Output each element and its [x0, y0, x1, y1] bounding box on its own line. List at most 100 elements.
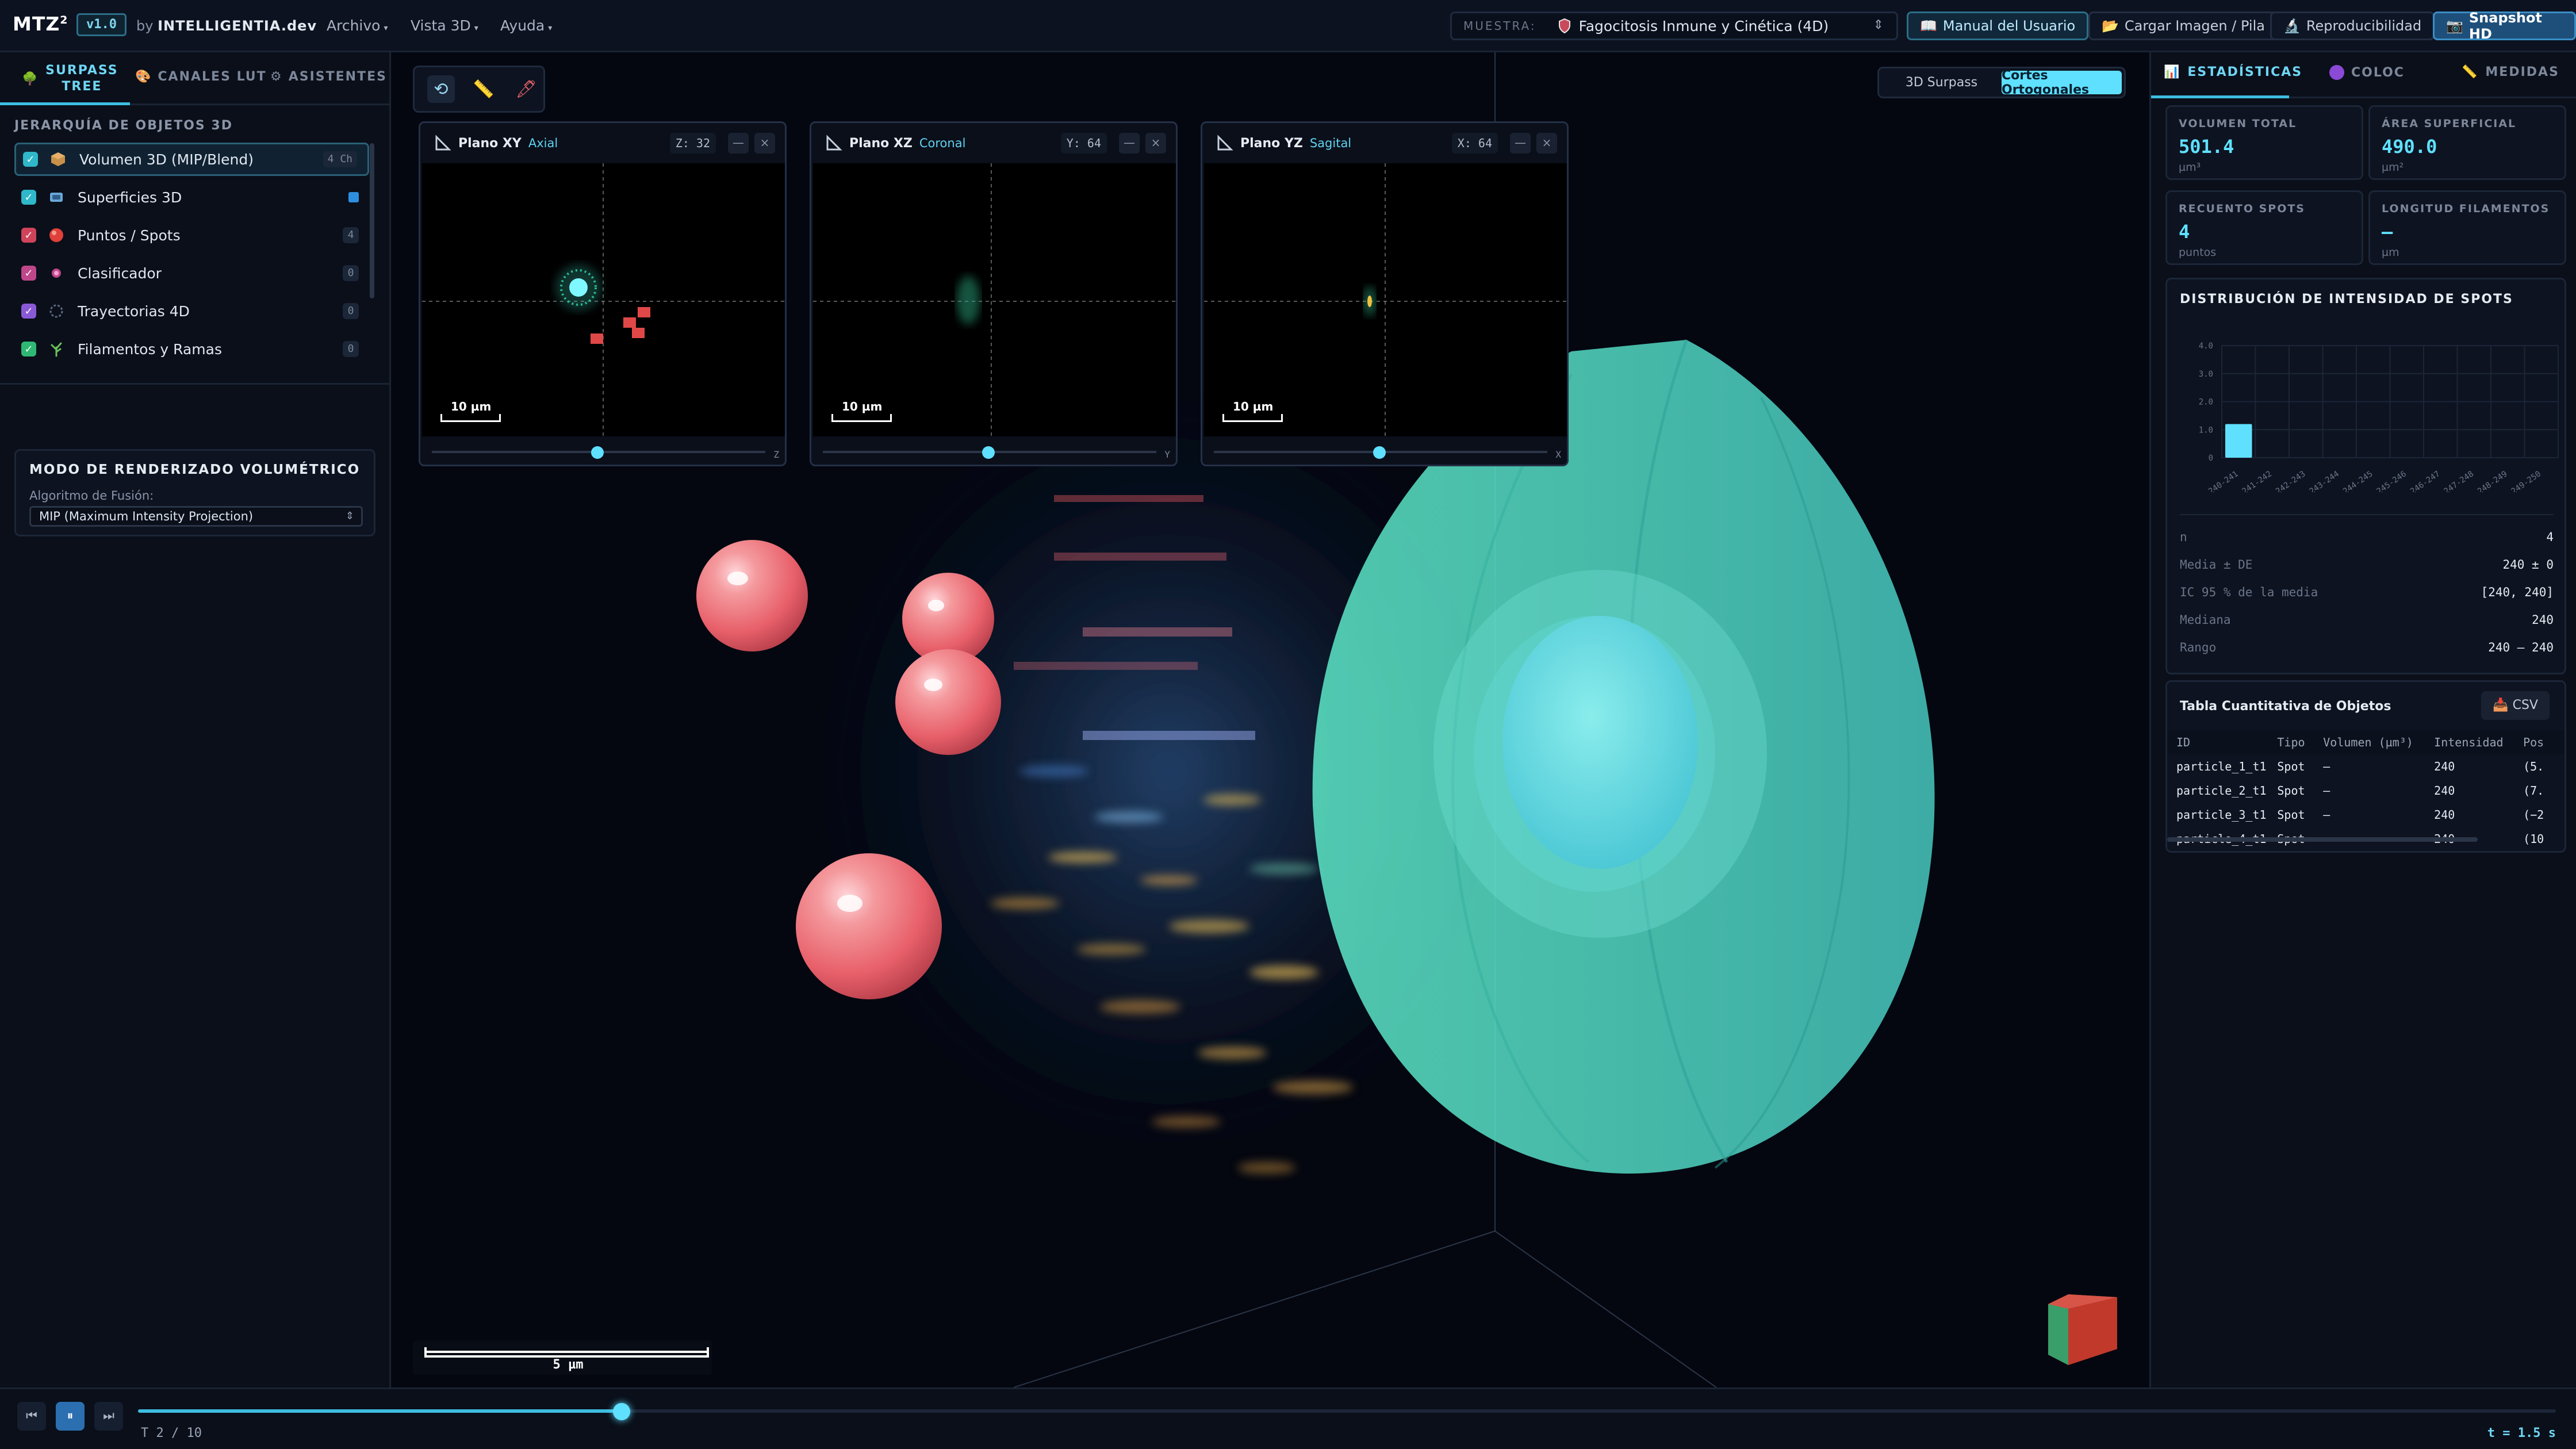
- version-badge: v1.0: [76, 13, 126, 36]
- tree-item-surfaces[interactable]: ✓ Superficies 3D: [14, 181, 369, 214]
- chart-icon: 📊: [2164, 65, 2181, 79]
- updown-icon: ⇕: [1873, 18, 1884, 32]
- slice-image[interactable]: 10 µm: [422, 163, 785, 436]
- pause-button[interactable]: ⏸: [56, 1402, 85, 1431]
- stat-value: 4: [2179, 221, 2190, 243]
- tab-coloc[interactable]: COLOC: [2329, 65, 2405, 80]
- count-badge: 0: [343, 341, 359, 357]
- skip-forward-icon: ⏭: [103, 1409, 114, 1423]
- orientation-cube-icon[interactable]: [2045, 1291, 2120, 1366]
- tab-canales-lut[interactable]: 🎨 CANALES LUT: [135, 70, 267, 84]
- table-row[interactable]: particle_2_t1 Spot – 240 (7.: [2167, 779, 2564, 803]
- export-csv-button[interactable]: 📥 CSV: [2481, 691, 2550, 720]
- minimize-icon[interactable]: —: [1119, 133, 1140, 154]
- tab-label: ASISTENTES: [288, 70, 387, 84]
- stat-label: LONGITUD FILAMENTOS: [2382, 202, 2550, 215]
- step-back-button[interactable]: ⏮: [17, 1402, 46, 1431]
- tree-item-filaments[interactable]: ✓ Filamentos y Ramas 0: [14, 332, 369, 366]
- minimize-icon[interactable]: —: [1510, 133, 1531, 154]
- checkbox[interactable]: ✓: [21, 304, 36, 319]
- histogram-title: DISTRIBUCIÓN DE INTENSIDAD DE SPOTS: [2180, 292, 2513, 306]
- stat-value: —: [2382, 221, 2393, 243]
- reproducibility-button[interactable]: 🔬 Reproducibilidad: [2270, 12, 2435, 40]
- count-badge: 4: [343, 227, 359, 243]
- tab-asistentes[interactable]: ⚙ ASISTENTES: [270, 70, 387, 84]
- right-tabs: 📊 ESTADÍSTICAS COLOC 📏 MEDIDAS: [2151, 52, 2576, 98]
- table-row[interactable]: particle_3_t1 Spot – 240 (−2: [2167, 803, 2564, 827]
- measure-icon[interactable]: 📏: [470, 75, 497, 103]
- sample-select[interactable]: MUESTRA: Fagocitosis Inmune y Cinética (…: [1450, 12, 1898, 40]
- column-header[interactable]: ID: [2167, 735, 2277, 749]
- sample-value: Fagocitosis Inmune y Cinética (4D): [1578, 17, 1829, 34]
- app-name: MTZ: [13, 13, 60, 35]
- column-header[interactable]: Tipo: [2277, 735, 2323, 749]
- cell-id: particle_3_t1: [2176, 808, 2267, 822]
- 3d-viewport[interactable]: ⟲ 📏 🖋 3D Surpass Cortes Ortogonales Plan…: [393, 52, 2149, 1387]
- slice-image[interactable]: 10 µm: [813, 163, 1176, 436]
- menu-vista-3d[interactable]: Vista 3D ▾: [411, 17, 478, 34]
- cell-type: Spot: [2277, 760, 2305, 773]
- table-scrollbar[interactable]: [2167, 837, 2478, 842]
- blend-algorithm-select[interactable]: MIP (Maximum Intensity Projection) ⇕: [29, 506, 363, 527]
- table-row[interactable]: particle_1_t1 Spot – 240 (5.: [2167, 754, 2564, 779]
- column-header[interactable]: Volumen (µm³): [2323, 735, 2434, 749]
- minimize-icon[interactable]: —: [728, 133, 749, 154]
- menu-ayuda[interactable]: Ayuda ▾: [500, 17, 552, 34]
- tab-medidas[interactable]: 📏 MEDIDAS: [2462, 65, 2559, 79]
- panel-subtitle: Axial: [528, 136, 558, 150]
- render-mode-card: MODO DE RENDERIZADO VOLUMÉTRICO Algoritm…: [14, 449, 375, 536]
- cell-volume: –: [2323, 784, 2330, 798]
- close-icon[interactable]: ×: [1145, 133, 1166, 154]
- checkbox[interactable]: ✓: [21, 266, 36, 281]
- classifier-icon: [48, 264, 65, 282]
- manual-button[interactable]: 📖 Manual del Usuario: [1907, 12, 2089, 40]
- tree-item-classifier[interactable]: ✓ Clasificador 0: [14, 256, 369, 290]
- tree-item-volume[interactable]: ✓ Volumen 3D (MIP/Blend) 4 Ch: [14, 143, 369, 176]
- mode-3d-surpass[interactable]: 3D Surpass: [1881, 71, 2002, 94]
- camera-icon: 📷: [2446, 18, 2463, 34]
- checkbox[interactable]: ✓: [21, 190, 36, 205]
- manual-label: Manual del Usuario: [1942, 18, 2076, 34]
- slice-image[interactable]: 10 µm: [1204, 163, 1567, 436]
- summary-row-n: n4: [2180, 526, 2554, 549]
- summary-row-mean: Media ± DE 240 ± 0: [2180, 553, 2554, 576]
- intensity-histogram-card: DISTRIBUCIÓN DE INTENSIDAD DE SPOTS 4.0 3…: [2165, 278, 2566, 674]
- close-icon[interactable]: ×: [754, 133, 775, 154]
- tab-surpass-tree[interactable]: 🌳 SURPASS TREE: [22, 63, 119, 95]
- axis-label: X: [1555, 449, 1561, 460]
- menu-archivo[interactable]: Archivo ▾: [327, 17, 388, 34]
- book-icon: 📖: [1920, 18, 1937, 34]
- load-image-button[interactable]: 📂 Cargar Imagen / Pila: [2088, 12, 2278, 40]
- color-swatch[interactable]: [348, 192, 359, 202]
- tree-scrollbar[interactable]: [370, 143, 374, 298]
- summary-key: Mediana: [2180, 613, 2231, 627]
- tab-estadisticas[interactable]: 📊 ESTADÍSTICAS: [2164, 65, 2302, 79]
- panel-title: Plano XZ: [849, 136, 913, 151]
- checkbox[interactable]: ✓: [23, 152, 38, 167]
- y-tick-label: 2.0: [2199, 398, 2213, 407]
- slice-slider-knob[interactable]: [1373, 446, 1386, 459]
- slice-slider-knob[interactable]: [982, 446, 995, 459]
- column-header[interactable]: Pos: [2523, 735, 2564, 749]
- timeline-knob[interactable]: [613, 1403, 630, 1420]
- eyedropper-icon[interactable]: 🖋: [512, 75, 540, 103]
- slice-slider-knob[interactable]: [591, 446, 604, 459]
- right-panel: 📊 ESTADÍSTICAS COLOC 📏 MEDIDAS VOLUMEN TOT…: [2149, 52, 2576, 1387]
- x-tick-label: 246-247: [2409, 469, 2442, 492]
- gear-icon: ⚙: [270, 70, 283, 84]
- panel-title: Plano XY: [458, 136, 522, 151]
- checkbox[interactable]: ✓: [21, 342, 36, 356]
- step-forward-button[interactable]: ⏭: [94, 1402, 123, 1431]
- tab-label: ESTADÍSTICAS: [2187, 65, 2303, 79]
- panel-header: Plano XZ Coronal Y: 64 — ×: [811, 123, 1176, 163]
- tree-item-label: Clasificador: [78, 264, 162, 282]
- mode-orthogonal-slices[interactable]: Cortes Ortogonales: [2002, 68, 2122, 97]
- close-icon[interactable]: ×: [1536, 133, 1557, 154]
- column-header[interactable]: Intensidad: [2434, 735, 2523, 749]
- reset-view-icon[interactable]: ⟲: [427, 75, 455, 103]
- tree-item-trajectories[interactable]: ✓ Trayectorias 4D 0: [14, 294, 369, 328]
- snapshot-button[interactable]: 📷 Snapshot HD: [2433, 10, 2576, 42]
- tree-item-spots[interactable]: ✓ Puntos / Spots 4: [14, 218, 369, 252]
- checkbox[interactable]: ✓: [21, 228, 36, 243]
- summary-row-range: Rango 240 — 240: [2180, 636, 2554, 659]
